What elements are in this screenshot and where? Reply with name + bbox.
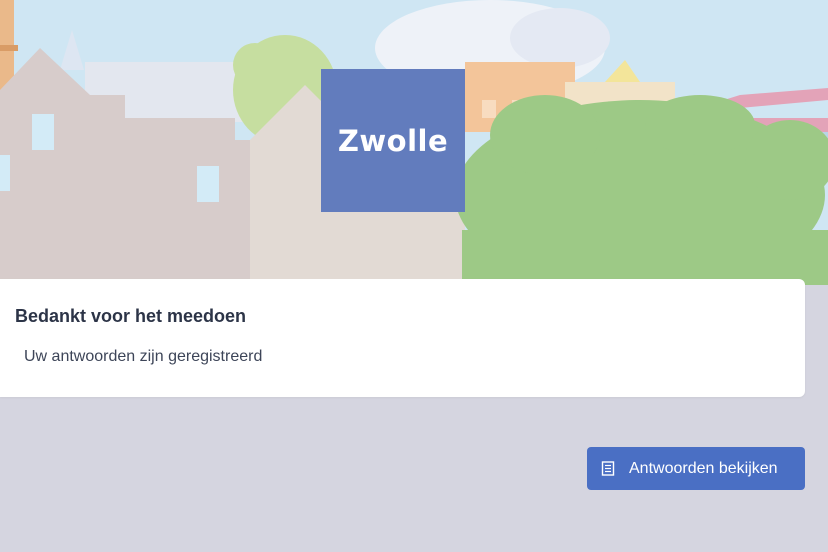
logo-text: Zwolle [337,123,449,158]
hero-illustration: Zwolle [0,0,828,285]
zwolle-logo: Zwolle [321,69,465,212]
view-answers-button[interactable]: Antwoorden bekijken [587,447,805,490]
view-answers-label: Antwoorden bekijken [629,459,778,477]
document-icon [601,461,615,476]
confirmation-title: Bedankt voor het meedoen [15,306,247,326]
confirmation-subtitle: Uw antwoorden zijn geregistreerd [24,348,263,365]
confirmation-card [0,279,805,397]
